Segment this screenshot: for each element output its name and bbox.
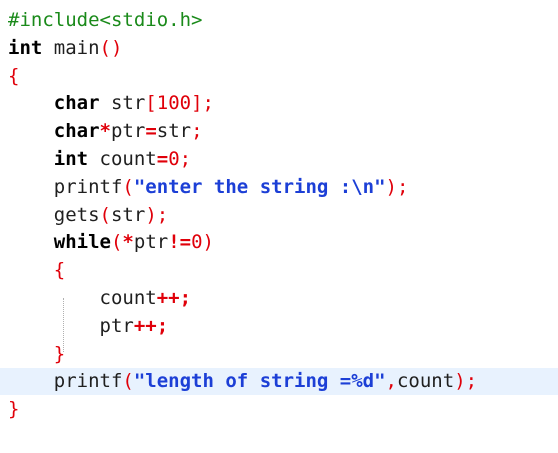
code-token-plain: ptr [133, 231, 169, 254]
code-token-plain: printf [53, 370, 123, 393]
code-token-punct: { [8, 64, 20, 87]
code-token-punct: ; [191, 120, 203, 143]
code-token-op: ++; [133, 314, 169, 337]
code-token-punct: } [8, 398, 20, 421]
code-line[interactable]: int main() [0, 35, 558, 62]
code-token-keyword: int [8, 36, 43, 59]
code-line[interactable]: #include<stdio.h> [0, 7, 558, 34]
code-token-punct: ]; [191, 92, 214, 115]
code-token-op: = [156, 148, 169, 170]
code-line[interactable]: while(*ptr!=0) [0, 229, 558, 256]
code-token-keyword: char [53, 120, 100, 143]
code-line[interactable]: printf("length of string =%d",count); [0, 368, 558, 396]
code-line[interactable]: gets(str); [0, 202, 558, 229]
code-token-punct: () [99, 36, 123, 59]
code-token-keyword: while [53, 231, 111, 254]
code-token-op: = [145, 120, 157, 143]
code-token-punct: ) [202, 231, 214, 254]
code-token-punct: ; [179, 148, 192, 170]
code-token-plain: count [99, 287, 157, 309]
code-token-plain: str [110, 203, 146, 226]
code-token-punct: ( [122, 370, 134, 393]
code-line[interactable]: printf("enter the string :\n"); [0, 174, 558, 201]
code-token-preproc: #include<stdio.h> [8, 9, 203, 31]
code-token-punct: ( [110, 231, 123, 254]
code-token-op: != [168, 231, 192, 254]
code-token-plain: ptr [110, 120, 146, 143]
code-token-plain: gets [53, 203, 100, 226]
code-token-op: * [122, 231, 134, 254]
code-token-punct: ); [454, 370, 478, 393]
code-token-plain: ptr [99, 314, 134, 337]
code-line[interactable]: } [0, 396, 558, 423]
code-line[interactable]: { [0, 257, 558, 284]
code-token-number: 100 [156, 92, 192, 115]
code-token-punct: ); [145, 203, 169, 226]
code-token-punct: ( [99, 203, 111, 226]
code-token-punct: ); [385, 175, 409, 198]
code-line[interactable]: ptr++; [0, 313, 558, 340]
code-token-plain: main [42, 36, 100, 59]
code-line[interactable]: { [0, 63, 558, 90]
code-line[interactable]: int count=0; [0, 146, 558, 173]
code-token-punct: [ [145, 92, 157, 115]
code-token-op: * [99, 120, 111, 143]
code-token-string: "length of string =%d" [133, 370, 386, 393]
code-token-plain: printf [53, 175, 123, 198]
code-token-punct: , [385, 370, 397, 393]
code-token-punct: ( [122, 175, 134, 198]
code-line[interactable]: char str[100]; [0, 90, 558, 117]
code-token-plain: count [396, 370, 455, 393]
code-token-plain: str [99, 92, 146, 115]
code-editor[interactable]: #include<stdio.h> int main(){ char str[10… [0, 0, 558, 453]
code-token-keyword: char [53, 92, 100, 115]
code-token-plain: str [156, 120, 192, 143]
code-token-punct: } [53, 342, 66, 365]
code-token-string: "enter the string :\n" [133, 175, 386, 198]
code-token-punct: { [53, 259, 66, 282]
code-token-number: 0 [168, 148, 180, 170]
code-line[interactable]: count++; [0, 285, 558, 312]
code-line[interactable]: } [0, 341, 558, 368]
code-token-keyword: int [53, 148, 89, 170]
code-line[interactable]: char*ptr=str; [0, 118, 558, 145]
code-token-plain: count [88, 148, 157, 170]
code-token-op: ++; [156, 287, 192, 309]
code-token-number: 0 [191, 231, 203, 254]
